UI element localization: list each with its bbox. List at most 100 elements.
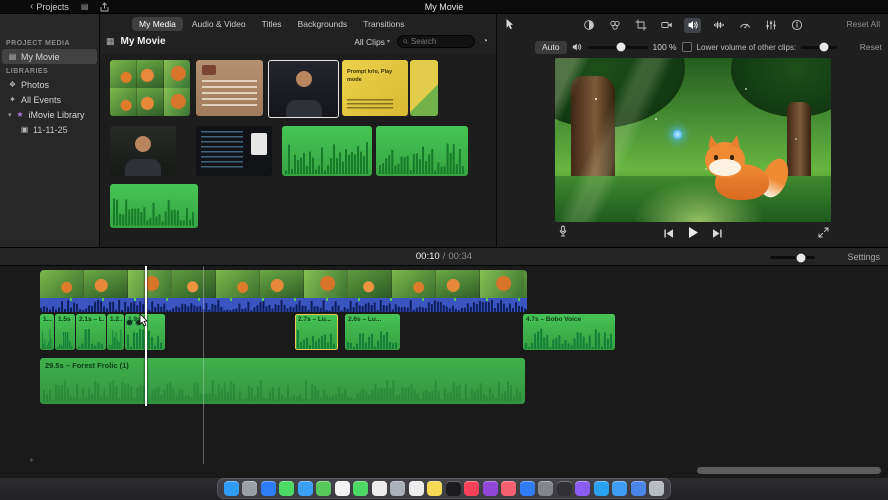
sidebar-item-event-11-11-25[interactable]: ▣ 11-11-25 (2, 122, 97, 137)
dock-icon-settings[interactable] (538, 481, 554, 496)
dock-icon-folder[interactable] (612, 481, 628, 496)
color-correction-icon[interactable] (606, 18, 623, 33)
content-filter-icon[interactable]: ◔ (482, 36, 488, 47)
waveform (57, 327, 73, 349)
media-grid: Prompt krlo, Play mode (100, 54, 496, 247)
speed-icon[interactable] (736, 18, 753, 33)
media-clip[interactable] (110, 60, 190, 116)
dock-icon-podcasts[interactable] (482, 481, 498, 496)
dock-icon-app-store[interactable] (519, 481, 535, 496)
play-button[interactable] (687, 226, 700, 244)
timeline-audio-clip[interactable]: 2.6s – Lu... (345, 314, 400, 350)
dock-icon-maps[interactable] (316, 481, 332, 496)
dock-icon-news[interactable] (501, 481, 517, 496)
tab-transitions[interactable]: Transitions (356, 17, 411, 31)
volume-slider-knob[interactable] (616, 42, 625, 52)
dock-icon-reminders[interactable] (408, 481, 424, 496)
timeline-audio-clip[interactable]: 2.7s – Lu... (295, 314, 338, 350)
ducking-slider-knob[interactable] (819, 42, 829, 52)
dock-icon-imovie[interactable] (575, 481, 591, 496)
fullscreen-button[interactable] (818, 227, 829, 238)
info-icon[interactable] (788, 18, 805, 33)
dock-icon-keynote[interactable] (593, 481, 609, 496)
dock-icon-music[interactable] (464, 481, 480, 496)
media-clip-audio[interactable] (282, 126, 372, 176)
imovie-window: ‹ Projects ▤ My Movie PROJECT MEDIA ▤ My… (0, 0, 888, 500)
timeline-audio-clip[interactable]: 1.5s –... (55, 314, 75, 350)
tab-my-media[interactable]: My Media (132, 17, 183, 31)
reset-button[interactable]: Reset (860, 42, 882, 52)
tab-titles[interactable]: Titles (255, 17, 289, 31)
volume-icon[interactable] (684, 17, 701, 33)
timeline-zoom-slider[interactable] (770, 253, 815, 262)
dock-icon-mail[interactable] (297, 481, 313, 496)
timeline-audio-clip[interactable]: 1.2... (107, 314, 124, 350)
media-clip[interactable] (410, 60, 438, 116)
preview-video[interactable] (555, 58, 831, 222)
voiceover-record-button[interactable] (557, 225, 569, 239)
clip-filter-dropdown[interactable]: All Clips ▾ (354, 37, 390, 47)
stabilization-icon[interactable] (658, 18, 675, 33)
skip-back-button[interactable] (663, 226, 675, 244)
projects-back-button[interactable]: ‹ Projects (30, 1, 69, 12)
zoom-slider-knob[interactable] (796, 253, 806, 262)
auto-button[interactable]: Auto (535, 40, 567, 54)
clip-view-icon[interactable]: ▦ (106, 36, 115, 47)
effects-icon[interactable] (762, 18, 779, 33)
dock-icon-terminal[interactable] (556, 481, 572, 496)
sidebar-item-my-movie[interactable]: ▤ My Movie (2, 49, 97, 64)
dock-icon-trash[interactable] (649, 481, 665, 496)
dock-icon-calendar[interactable] (371, 481, 387, 496)
media-library-icon[interactable]: ▤ (81, 2, 89, 11)
media-clip[interactable] (110, 126, 176, 176)
dock-icon-messages[interactable] (279, 481, 295, 496)
search-field[interactable] (396, 35, 475, 48)
media-clip-audio[interactable] (110, 184, 198, 228)
audio-clip-label: 2.7s – Lu... (298, 316, 332, 323)
timeline-audio-clip[interactable]: 4.7s – Bobo Voice (523, 314, 615, 350)
volume-slider[interactable] (587, 42, 648, 52)
dock-icon-notes[interactable] (427, 481, 443, 496)
search-input[interactable] (410, 37, 469, 46)
media-clip[interactable] (196, 126, 272, 176)
person-head (295, 71, 312, 87)
dock-icon-tv[interactable] (445, 481, 461, 496)
ducking-slider[interactable] (801, 42, 838, 52)
media-clip-selected[interactable] (268, 60, 339, 118)
desktop-strip (0, 478, 888, 500)
tab-audio-video[interactable]: Audio & Video (185, 17, 253, 31)
timeline-settings-button[interactable]: Settings (847, 252, 880, 262)
sidebar-item-all-events[interactable]: ✦ All Events (2, 92, 97, 107)
media-clip-audio[interactable] (376, 126, 468, 176)
skip-forward-button[interactable] (712, 226, 724, 244)
sidebar-item-photos[interactable]: ❖ Photos (2, 77, 97, 92)
playhead[interactable] (145, 266, 147, 406)
timeline-scrollbar[interactable] (697, 467, 881, 474)
sidebar-item-imovie-library[interactable]: ▾ ★ iMovie Library (2, 107, 97, 122)
waveform (109, 327, 122, 349)
reset-all-button[interactable]: Reset All (846, 19, 880, 29)
waveform (42, 327, 52, 349)
timeline[interactable]: 1...1.5s –...2.1s – L...1.2...1.9s...2.7… (0, 266, 888, 478)
filmstrip-frame (137, 88, 164, 116)
tab-backgrounds[interactable]: Backgrounds (291, 17, 355, 31)
music-clip[interactable]: 29.5s – Forest Frolic (1) (40, 358, 525, 404)
dock-icon-facetime[interactable] (353, 481, 369, 496)
dock-icon-finder[interactable] (223, 481, 239, 496)
media-clip[interactable]: Prompt krlo, Play mode (342, 60, 408, 116)
dock-icon-launchpad[interactable] (242, 481, 258, 496)
color-balance-icon[interactable] (580, 18, 597, 33)
lower-volume-checkbox[interactable] (681, 42, 692, 52)
dock-icon-downloads[interactable] (630, 481, 646, 496)
clip-effect-badge[interactable] (126, 319, 133, 326)
share-icon[interactable] (100, 1, 109, 12)
waveform (78, 327, 104, 349)
dock-icon-photos[interactable] (334, 481, 350, 496)
dock-icon-contacts[interactable] (390, 481, 406, 496)
dock-icon-safari[interactable] (260, 481, 276, 496)
media-clip[interactable] (196, 60, 263, 116)
crop-icon[interactable] (632, 18, 649, 33)
timeline-audio-clip[interactable]: 1... (40, 314, 54, 350)
noise-reduction-icon[interactable] (710, 18, 727, 33)
timeline-audio-clip[interactable]: 2.1s – L... (76, 314, 106, 350)
